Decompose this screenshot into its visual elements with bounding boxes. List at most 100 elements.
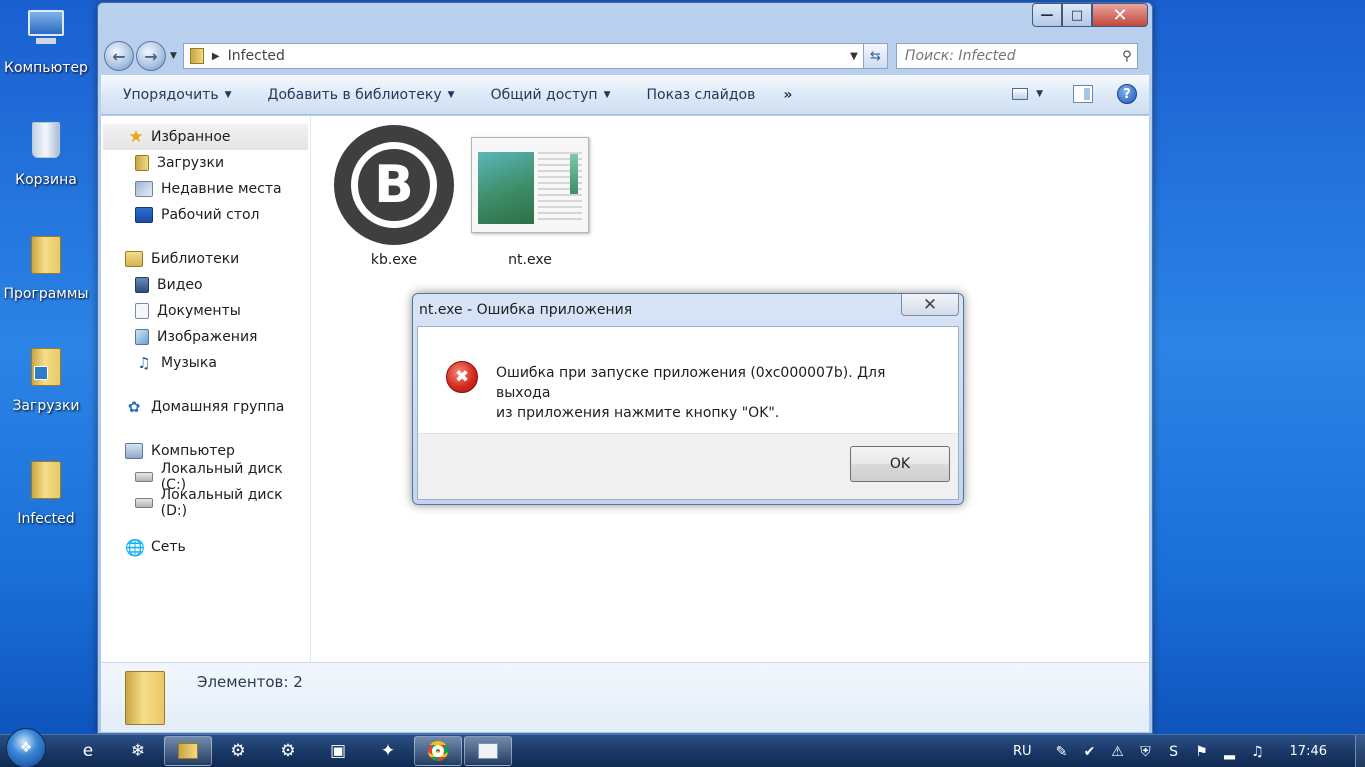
nav-item-downloads[interactable]: Загрузки bbox=[101, 150, 310, 176]
computer-icon bbox=[24, 10, 68, 54]
refresh-button[interactable]: ⇆ bbox=[863, 43, 888, 69]
shield-check-icon[interactable]: ✔ bbox=[1078, 744, 1102, 760]
nav-item-libraries[interactable]: Библиотеки bbox=[101, 246, 310, 272]
shield-icon[interactable]: ⛨ bbox=[1134, 744, 1158, 760]
monitor-app-icon[interactable]: ▣ bbox=[314, 736, 362, 766]
chevron-down-icon: ▼ bbox=[447, 90, 455, 100]
skype-icon[interactable]: S bbox=[1162, 744, 1186, 760]
language-indicator[interactable]: RU bbox=[1013, 744, 1032, 759]
homegroup-icon: ✿ bbox=[127, 398, 141, 416]
change-view-icon[interactable] bbox=[1012, 88, 1029, 100]
nt-app-thumbnail-icon bbox=[471, 137, 589, 233]
nav-item-label: Избранное bbox=[151, 129, 231, 145]
nav-item-label: Библиотеки bbox=[151, 251, 240, 267]
history-dropdown[interactable]: ▼ bbox=[170, 51, 177, 61]
share-menu[interactable]: Общий доступ ▼ bbox=[491, 87, 611, 103]
folder-icon bbox=[189, 48, 204, 64]
chevron-down-icon: ▼ bbox=[603, 90, 611, 100]
desktop-icon-computer[interactable]: Компьютер bbox=[2, 10, 90, 76]
network-icon: 🌐 bbox=[125, 537, 145, 557]
error-message: Ошибка при запуске приложения (0xc000007… bbox=[496, 363, 936, 423]
recycle-bin-icon bbox=[24, 122, 68, 166]
taskbar-apps: e ❄ ⚙ ⚙ ▣ ✦ bbox=[64, 736, 514, 766]
explorer-taskbar-icon[interactable] bbox=[164, 736, 212, 766]
breadcrumb-arrow-icon[interactable]: ▶ bbox=[212, 51, 220, 62]
error-icon: ✖ bbox=[446, 361, 478, 393]
windows-logo-icon: ❖ bbox=[19, 740, 33, 756]
close-button[interactable]: ✕ bbox=[1092, 3, 1148, 27]
nav-item-homegroup[interactable]: ✿ Домашняя группа bbox=[101, 394, 310, 420]
app-window-icon[interactable] bbox=[464, 736, 512, 766]
desktop-icon-recycle-bin[interactable]: Корзина bbox=[2, 122, 90, 188]
hard-disk-icon bbox=[135, 498, 153, 508]
add-to-library-label: Добавить в библиотеку bbox=[267, 87, 442, 103]
dialog-close-button[interactable]: ✕ bbox=[901, 294, 959, 316]
preview-pane-icon[interactable] bbox=[1073, 85, 1093, 103]
nav-item-label: Локальный диск (D:) bbox=[160, 487, 283, 519]
nav-item-network[interactable]: 🌐 Сеть bbox=[101, 534, 310, 560]
internet-explorer-icon[interactable]: e bbox=[64, 736, 112, 766]
pen-icon[interactable]: ✎ bbox=[1050, 744, 1074, 760]
maximize-button[interactable]: □ bbox=[1062, 3, 1092, 27]
nav-item-label: Загрузки bbox=[157, 155, 225, 171]
file-item-nt[interactable]: nt.exe bbox=[465, 124, 595, 268]
libraries-icon bbox=[125, 251, 143, 267]
forward-button[interactable]: → bbox=[136, 41, 166, 71]
media-center-icon[interactable]: ❄ bbox=[114, 736, 162, 766]
start-button[interactable]: ❖ bbox=[6, 728, 46, 767]
search-box[interactable]: ⚲ bbox=[895, 43, 1138, 69]
minimize-button[interactable]: — bbox=[1032, 3, 1062, 27]
desktop-icon-label: Корзина bbox=[15, 172, 77, 188]
more-commands-button[interactable]: » bbox=[783, 87, 792, 103]
desktop-icon-downloads[interactable]: Загрузки bbox=[2, 348, 90, 414]
chevron-down-icon: ▼ bbox=[224, 90, 232, 100]
desktop-icon-label: Компьютер bbox=[4, 60, 88, 76]
back-button[interactable]: ← bbox=[104, 41, 134, 71]
desktop-icon-infected[interactable]: Infected bbox=[2, 461, 90, 527]
flag-alert-icon[interactable]: ⚑ bbox=[1190, 744, 1214, 760]
organize-menu[interactable]: Упорядочить ▼ bbox=[123, 87, 232, 103]
nav-item-favorites[interactable]: ★ Избранное bbox=[103, 124, 308, 150]
file-item-kb[interactable]: B kb.exe bbox=[329, 124, 459, 268]
nav-item-images[interactable]: Изображения bbox=[101, 324, 310, 350]
nav-item-music[interactable]: ♫ Музыка bbox=[101, 350, 310, 376]
nav-item-video[interactable]: Видео bbox=[101, 272, 310, 298]
nav-item-label: Недавние места bbox=[161, 181, 282, 197]
signal-icon[interactable]: ▂ bbox=[1218, 744, 1242, 760]
settings-app-icon[interactable]: ⚙ bbox=[264, 736, 312, 766]
nav-item-label: Домашняя группа bbox=[151, 399, 285, 415]
chrome-icon[interactable] bbox=[414, 736, 462, 766]
command-bar: Упорядочить ▼ Добавить в библиотеку ▼ Об… bbox=[101, 75, 1149, 115]
address-bar[interactable]: ▶ Infected ▼ bbox=[182, 43, 864, 69]
address-dropdown[interactable]: ▼ bbox=[845, 51, 863, 62]
nav-item-label: Изображения bbox=[157, 329, 258, 345]
puzzle-app-icon[interactable]: ✦ bbox=[364, 736, 412, 766]
slideshow-button[interactable]: Показ слайдов bbox=[647, 87, 756, 103]
hard-disk-icon bbox=[135, 472, 153, 482]
folder-icon bbox=[24, 461, 68, 505]
show-desktop-button[interactable] bbox=[1355, 735, 1365, 767]
nav-item-documents[interactable]: Документы bbox=[101, 298, 310, 324]
organize-label: Упорядочить bbox=[123, 87, 219, 103]
navigation-bar: ← → ▼ ▶ Infected ▼ ⇆ ⚲ bbox=[104, 41, 1146, 71]
details-pane: Элементов: 2 bbox=[101, 662, 1149, 732]
slideshow-label: Показ слайдов bbox=[646, 87, 756, 103]
ok-button[interactable]: OK bbox=[850, 446, 950, 482]
error-message-line: из приложения нажмите кнопку "OK". bbox=[496, 405, 780, 421]
search-icon[interactable]: ⚲ bbox=[1117, 49, 1137, 64]
taskbar: ❖ e ❄ ⚙ ⚙ ▣ ✦ RU ✎ ✔ ⚠ ⛨ S ⚑ ▂ ♫ 17:46 bbox=[0, 728, 1365, 767]
network-app-icon[interactable]: ⚙ bbox=[214, 736, 262, 766]
search-input[interactable] bbox=[904, 48, 1117, 64]
nav-item-recent-places[interactable]: Недавние места bbox=[101, 176, 310, 202]
nav-item-disk-d[interactable]: Локальный диск (D:) bbox=[101, 487, 310, 519]
dialog-content: ✖ Ошибка при запуске приложения (0xc0000… bbox=[417, 326, 959, 500]
desktop-icon-programs[interactable]: Программы bbox=[2, 236, 90, 302]
nav-item-desktop[interactable]: Рабочий стол bbox=[101, 202, 310, 228]
view-options-dropdown[interactable]: ▼ bbox=[1036, 89, 1043, 99]
clock[interactable]: 17:46 bbox=[1290, 744, 1327, 759]
help-icon[interactable]: ? bbox=[1117, 84, 1137, 104]
view-controls: ▼ ? bbox=[1012, 84, 1137, 104]
security-alert-icon[interactable]: ⚠ bbox=[1106, 744, 1130, 760]
add-to-library-menu[interactable]: Добавить в библиотеку ▼ bbox=[268, 87, 455, 103]
volume-icon[interactable]: ♫ bbox=[1246, 744, 1270, 760]
